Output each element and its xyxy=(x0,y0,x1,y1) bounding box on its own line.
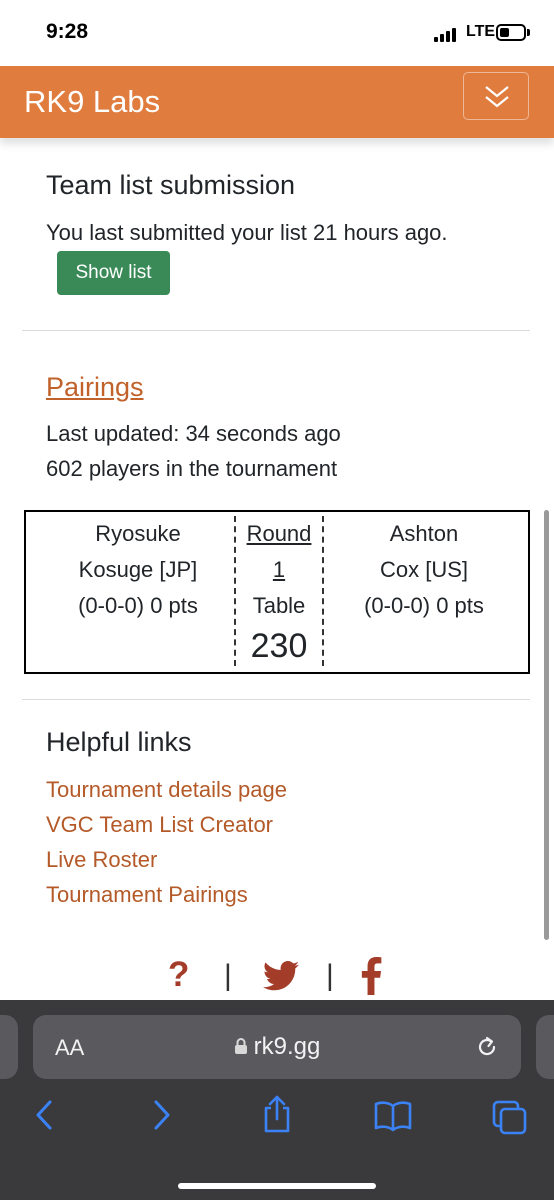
player-two: Ashton Cox [US] (0-0-0) 0 pts xyxy=(326,516,522,624)
home-indicator[interactable] xyxy=(178,1183,376,1189)
tournament-pairings-link[interactable]: Tournament Pairings xyxy=(46,882,248,908)
divider xyxy=(22,699,530,700)
player-one-first-name: Ryosuke xyxy=(95,521,181,546)
table-number: 230 xyxy=(250,627,308,665)
tabs-icon[interactable] xyxy=(492,1100,528,1136)
lock-icon xyxy=(234,1038,247,1054)
team-list-heading: Team list submission xyxy=(46,170,296,200)
previous-tab-pill[interactable] xyxy=(0,1015,18,1079)
network-label: LTE xyxy=(466,23,496,40)
back-icon[interactable] xyxy=(32,1098,56,1132)
facebook-icon[interactable] xyxy=(360,957,382,995)
player-one-last-name: Kosuge [JP] xyxy=(78,557,198,582)
team-list-status: You last submitted your list 21 hours ag… xyxy=(46,220,448,245)
separator: | xyxy=(224,959,232,992)
player-count: 602 players in the tournament xyxy=(46,456,338,481)
twitter-icon[interactable] xyxy=(262,961,300,991)
player-two-record: (0-0-0) 0 pts xyxy=(364,593,484,618)
player-two-last-name: Cox [US] xyxy=(379,557,469,582)
divider xyxy=(22,330,530,331)
tournament-details-link[interactable]: Tournament details page xyxy=(46,777,287,803)
pairings-link[interactable]: Pairings xyxy=(46,372,144,403)
player-two-first-name: Ashton xyxy=(389,521,459,546)
table-label: Table xyxy=(252,593,306,618)
bookmarks-icon[interactable] xyxy=(374,1100,412,1132)
brand-logo[interactable]: RK9 Labs xyxy=(24,84,160,120)
separator: | xyxy=(326,959,334,992)
status-time: 9:28 xyxy=(46,20,89,43)
navbar: RK9 Labs xyxy=(0,66,554,138)
social-links: ? | | xyxy=(168,955,388,999)
share-icon[interactable] xyxy=(260,1094,294,1134)
address-bar[interactable]: AA rk9.gg xyxy=(33,1015,521,1079)
pairing-table: Ryosuke Kosuge [JP] (0-0-0) 0 pts Round … xyxy=(24,510,530,674)
menu-toggle-button[interactable] xyxy=(463,72,529,120)
signal-icon xyxy=(434,26,462,42)
reload-icon[interactable] xyxy=(473,1033,501,1061)
player-one-record: (0-0-0) 0 pts xyxy=(78,593,198,618)
live-roster-link[interactable]: Live Roster xyxy=(46,847,157,873)
double-chevron-down-icon xyxy=(485,86,509,108)
url-text: rk9.gg xyxy=(253,1033,321,1060)
battery-cap xyxy=(527,29,530,36)
help-icon[interactable]: ? xyxy=(168,955,189,995)
round-number[interactable]: 1 xyxy=(236,552,322,588)
url-display[interactable]: rk9.gg xyxy=(33,1033,521,1061)
show-list-button[interactable]: Show list xyxy=(57,251,170,295)
player-one: Ryosuke Kosuge [JP] (0-0-0) 0 pts xyxy=(40,516,236,624)
vgc-team-list-creator-link[interactable]: VGC Team List Creator xyxy=(46,812,273,838)
battery-icon xyxy=(496,24,526,41)
round-label[interactable]: Round xyxy=(236,516,322,552)
round-table-info: Round 1 Table 230 xyxy=(234,516,324,666)
status-bar: 9:28 LTE xyxy=(0,0,554,66)
browser-chrome: AA rk9.gg xyxy=(0,1000,554,1200)
helpful-links-heading: Helpful links xyxy=(46,727,192,757)
scrollbar[interactable] xyxy=(544,510,549,940)
last-updated: Last updated: 34 seconds ago xyxy=(46,421,341,446)
forward-icon[interactable] xyxy=(150,1098,174,1132)
next-tab-pill[interactable] xyxy=(536,1015,554,1079)
